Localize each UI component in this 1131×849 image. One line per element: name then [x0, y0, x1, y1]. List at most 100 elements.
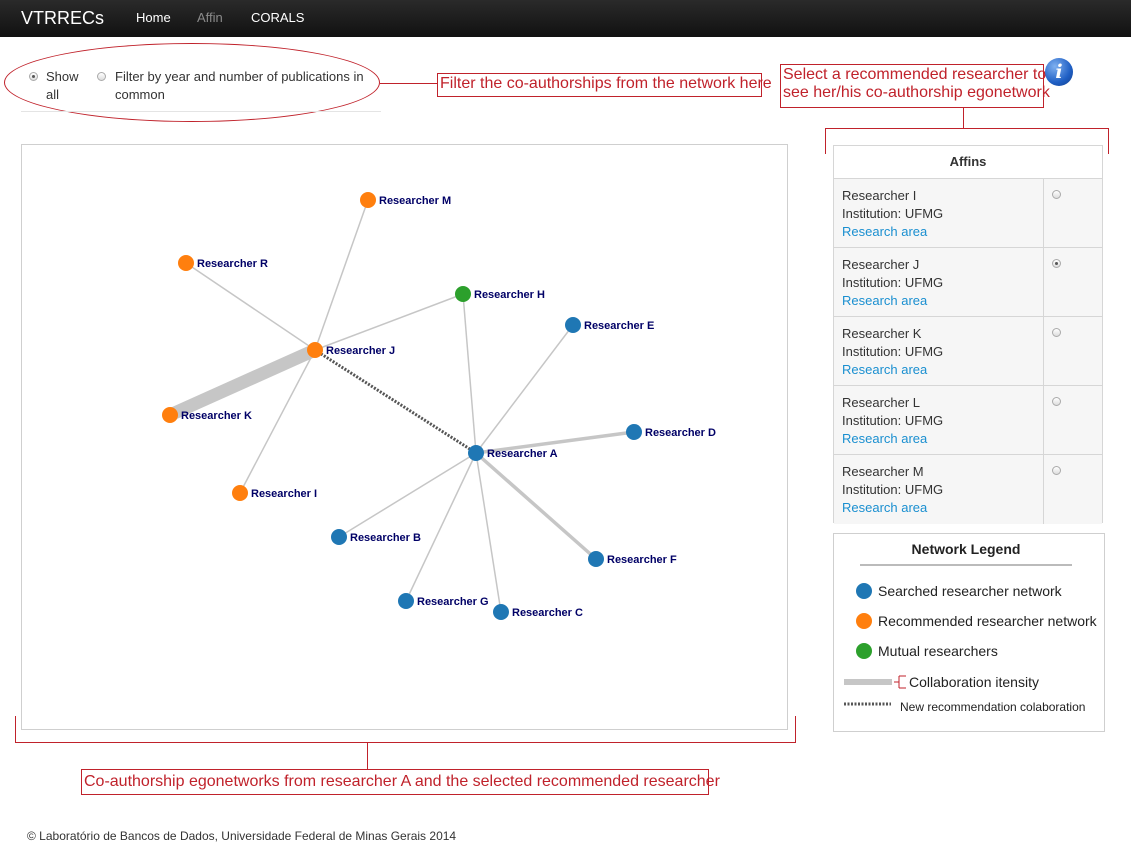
edge-A-E: [475, 324, 574, 454]
affin-info: Researcher J Institution: UFMG Research ar…: [842, 256, 943, 310]
affin-name: Researcher I: [842, 188, 917, 203]
affin-select-radio[interactable]: [1052, 259, 1061, 268]
edge-A-H: [462, 293, 477, 454]
node-j[interactable]: [307, 342, 323, 358]
affin-institution: Institution: UFMG: [842, 482, 944, 497]
affin-divider: [1043, 248, 1044, 316]
select-annotation-line-1: Select a recommended researcher to: [783, 66, 1047, 83]
select-annotation-bracket: [825, 128, 1109, 129]
network-annotation-bracket-left: [15, 716, 16, 743]
legend-searched-label: Searched researcher network: [878, 583, 1062, 599]
affin-info: Researcher I Institution: UFMG Research ar…: [842, 187, 943, 241]
affins-panel: Affins Researcher I Institution: UFMG Rese…: [833, 145, 1103, 524]
legend-intensity-label: Collaboration itensity: [909, 674, 1039, 690]
info-icon[interactable]: i: [1045, 58, 1073, 86]
affin-research-area-link[interactable]: Research area: [842, 499, 943, 517]
affin-row-3[interactable]: Researcher K Institution: UFMG Research ar…: [834, 317, 1102, 386]
network-legend: Network Legend Searched researcher netwo…: [833, 533, 1105, 732]
nav-affin[interactable]: Affin: [197, 10, 223, 25]
affin-divider: [1043, 317, 1044, 385]
filter-divider: [21, 111, 381, 112]
node-label-i: Researcher I: [251, 488, 317, 500]
node-label-d: Researcher D: [645, 427, 716, 439]
node-g[interactable]: [398, 593, 414, 609]
filter-annotation-connector: [380, 83, 437, 84]
node-label-b: Researcher B: [350, 532, 421, 544]
affin-info: Researcher K Institution: UFMG Research ar…: [842, 325, 943, 379]
node-label-e: Researcher E: [584, 320, 654, 332]
legend-new-collab-label: New recommendation colaboration: [900, 700, 1086, 714]
new-recommendation-line-icon: [844, 702, 891, 706]
legend-mutual-label: Mutual researchers: [878, 643, 998, 659]
node-a[interactable]: [468, 445, 484, 461]
nav-corals[interactable]: CORALS: [251, 10, 304, 25]
node-label-r: Researcher R: [197, 258, 268, 270]
show-all-label-2: all: [46, 87, 60, 102]
node-f[interactable]: [588, 551, 604, 567]
collaboration-intensity-icon: [844, 675, 906, 689]
affin-research-area-link[interactable]: Research area: [842, 223, 943, 241]
edge-J-A: [314, 348, 477, 455]
affin-select-radio[interactable]: [1052, 328, 1061, 337]
filter-by-year-radio[interactable]: [97, 72, 106, 81]
node-label-m: Researcher M: [379, 195, 451, 207]
node-label-c: Researcher C: [512, 607, 583, 619]
node-label-j: Researcher J: [326, 345, 395, 357]
affin-name: Researcher K: [842, 326, 922, 341]
affin-row-2[interactable]: Researcher J Institution: UFMG Research ar…: [834, 248, 1102, 317]
affin-row-5[interactable]: Researcher M Institution: UFMG Research ar…: [834, 455, 1102, 524]
affin-research-area-link[interactable]: Research area: [842, 292, 943, 310]
node-h[interactable]: [455, 286, 471, 302]
brand-logo[interactable]: VTRRECs: [21, 8, 104, 29]
edge-J-H: [314, 293, 464, 351]
nav-home[interactable]: Home: [136, 10, 171, 25]
affin-name: Researcher L: [842, 395, 921, 410]
network-panel[interactable]: Researcher A Researcher B Researcher C Rese…: [21, 144, 788, 730]
network-annotation-bracket-right: [795, 716, 796, 743]
show-all-label-1: Show: [46, 69, 79, 84]
edge-J-R: [185, 262, 316, 351]
edge-J-M: [314, 199, 369, 351]
node-m[interactable]: [360, 192, 376, 208]
edge-A-C: [475, 452, 502, 613]
node-e[interactable]: [565, 317, 581, 333]
affin-research-area-link[interactable]: Research area: [842, 361, 943, 379]
footer: © Laboratório de Bancos de Dados, Univer…: [27, 829, 457, 843]
mutual-dot-icon: [856, 643, 872, 659]
select-researcher-annotation: Select a recommended researcher to see h…: [780, 64, 1050, 108]
network-annotation-stem: [367, 742, 368, 769]
affins-title: Affins: [834, 146, 1102, 179]
legend-recommended-label: Recommended researcher network: [878, 613, 1097, 629]
select-annotation-stem: [963, 108, 964, 129]
network-graph[interactable]: Researcher A Researcher B Researcher C Rese…: [22, 145, 787, 729]
select-annotation-bracket-left: [825, 128, 826, 154]
affin-select-radio[interactable]: [1052, 466, 1061, 475]
legend-title: Network Legend: [860, 541, 1072, 566]
node-label-h: Researcher H: [474, 289, 545, 301]
show-all-radio[interactable]: [29, 72, 38, 81]
node-b[interactable]: [331, 529, 347, 545]
affin-divider: [1043, 179, 1044, 247]
node-label-f: Researcher F: [607, 554, 677, 566]
affin-select-radio[interactable]: [1052, 397, 1061, 406]
affin-row-1[interactable]: Researcher I Institution: UFMG Research ar…: [834, 179, 1102, 248]
node-c[interactable]: [493, 604, 509, 620]
affin-divider: [1043, 386, 1044, 454]
affin-name: Researcher M: [842, 464, 924, 479]
affin-research-area-link[interactable]: Research area: [842, 430, 943, 448]
network-annotation-bracket: [15, 742, 796, 743]
node-i[interactable]: [232, 485, 248, 501]
node-d[interactable]: [626, 424, 642, 440]
node-k[interactable]: [162, 407, 178, 423]
affin-institution: Institution: UFMG: [842, 206, 944, 221]
node-r[interactable]: [178, 255, 194, 271]
affin-institution: Institution: UFMG: [842, 344, 944, 359]
node-label-a: Researcher A: [487, 448, 558, 460]
affin-row-4[interactable]: Researcher L Institution: UFMG Research ar…: [834, 386, 1102, 455]
select-annotation-bracket-right: [1108, 128, 1109, 154]
affin-info: Researcher M Institution: UFMG Research ar…: [842, 463, 943, 517]
filter-by-year-label-2: common: [115, 87, 165, 102]
recommended-dot-icon: [856, 613, 872, 629]
affin-select-radio[interactable]: [1052, 190, 1061, 199]
affin-name: Researcher J: [842, 257, 920, 272]
